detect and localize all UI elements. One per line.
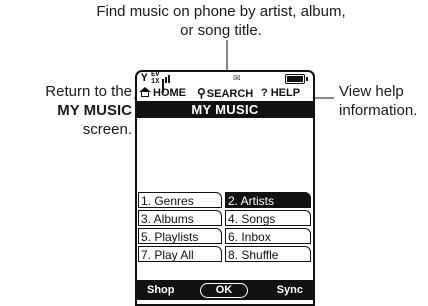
menu-item-play-all[interactable]: 7. Play All (138, 246, 222, 262)
menu-item-albums[interactable]: 3. Albums (138, 210, 222, 226)
menu-item-songs[interactable]: 4. Songs (225, 210, 311, 226)
menu-item-artists[interactable]: 2. Artists (225, 192, 311, 208)
menu-item-shuffle[interactable]: 8. Shuffle (225, 246, 311, 262)
help-button[interactable]: ? HELP (261, 87, 300, 100)
screen-title: MY MUSIC (137, 101, 313, 118)
search-icon: ⚲ (197, 86, 206, 100)
network-1x: 1X (151, 78, 160, 86)
home-label: HOME (153, 87, 186, 99)
phone-screen: Y EV 1X ✉ HOME ⚲SEARCH ? HELP MY MUSIC 1.… (135, 70, 315, 306)
help-label: HELP (270, 87, 301, 99)
help-icon: ? (261, 87, 268, 99)
status-bar: Y EV 1X ✉ (137, 72, 313, 93)
signal-bars-icon (162, 73, 172, 93)
shop-softkey[interactable]: Shop (147, 280, 175, 300)
search-label: SEARCH (206, 88, 254, 100)
menu-item-inbox[interactable]: 6. Inbox (225, 228, 311, 244)
menu-item-genres[interactable]: 1. Genres (138, 192, 222, 208)
battery-full-icon (285, 74, 308, 84)
antenna-icon: Y (141, 73, 148, 85)
sync-softkey[interactable]: Sync (277, 280, 303, 300)
home-icon (139, 87, 151, 97)
menu-item-playlists[interactable]: 5. Playlists (138, 228, 222, 244)
menu-bar: HOME ⚲SEARCH ? HELP (137, 87, 313, 100)
message-icon: ✉ (233, 74, 241, 84)
ok-button[interactable]: OK (200, 283, 248, 298)
home-button[interactable]: HOME (139, 87, 186, 100)
softkey-bar: Shop OK Sync (137, 280, 313, 300)
search-button[interactable]: ⚲SEARCH (197, 87, 253, 101)
network-indicator: EV 1X (151, 72, 159, 86)
